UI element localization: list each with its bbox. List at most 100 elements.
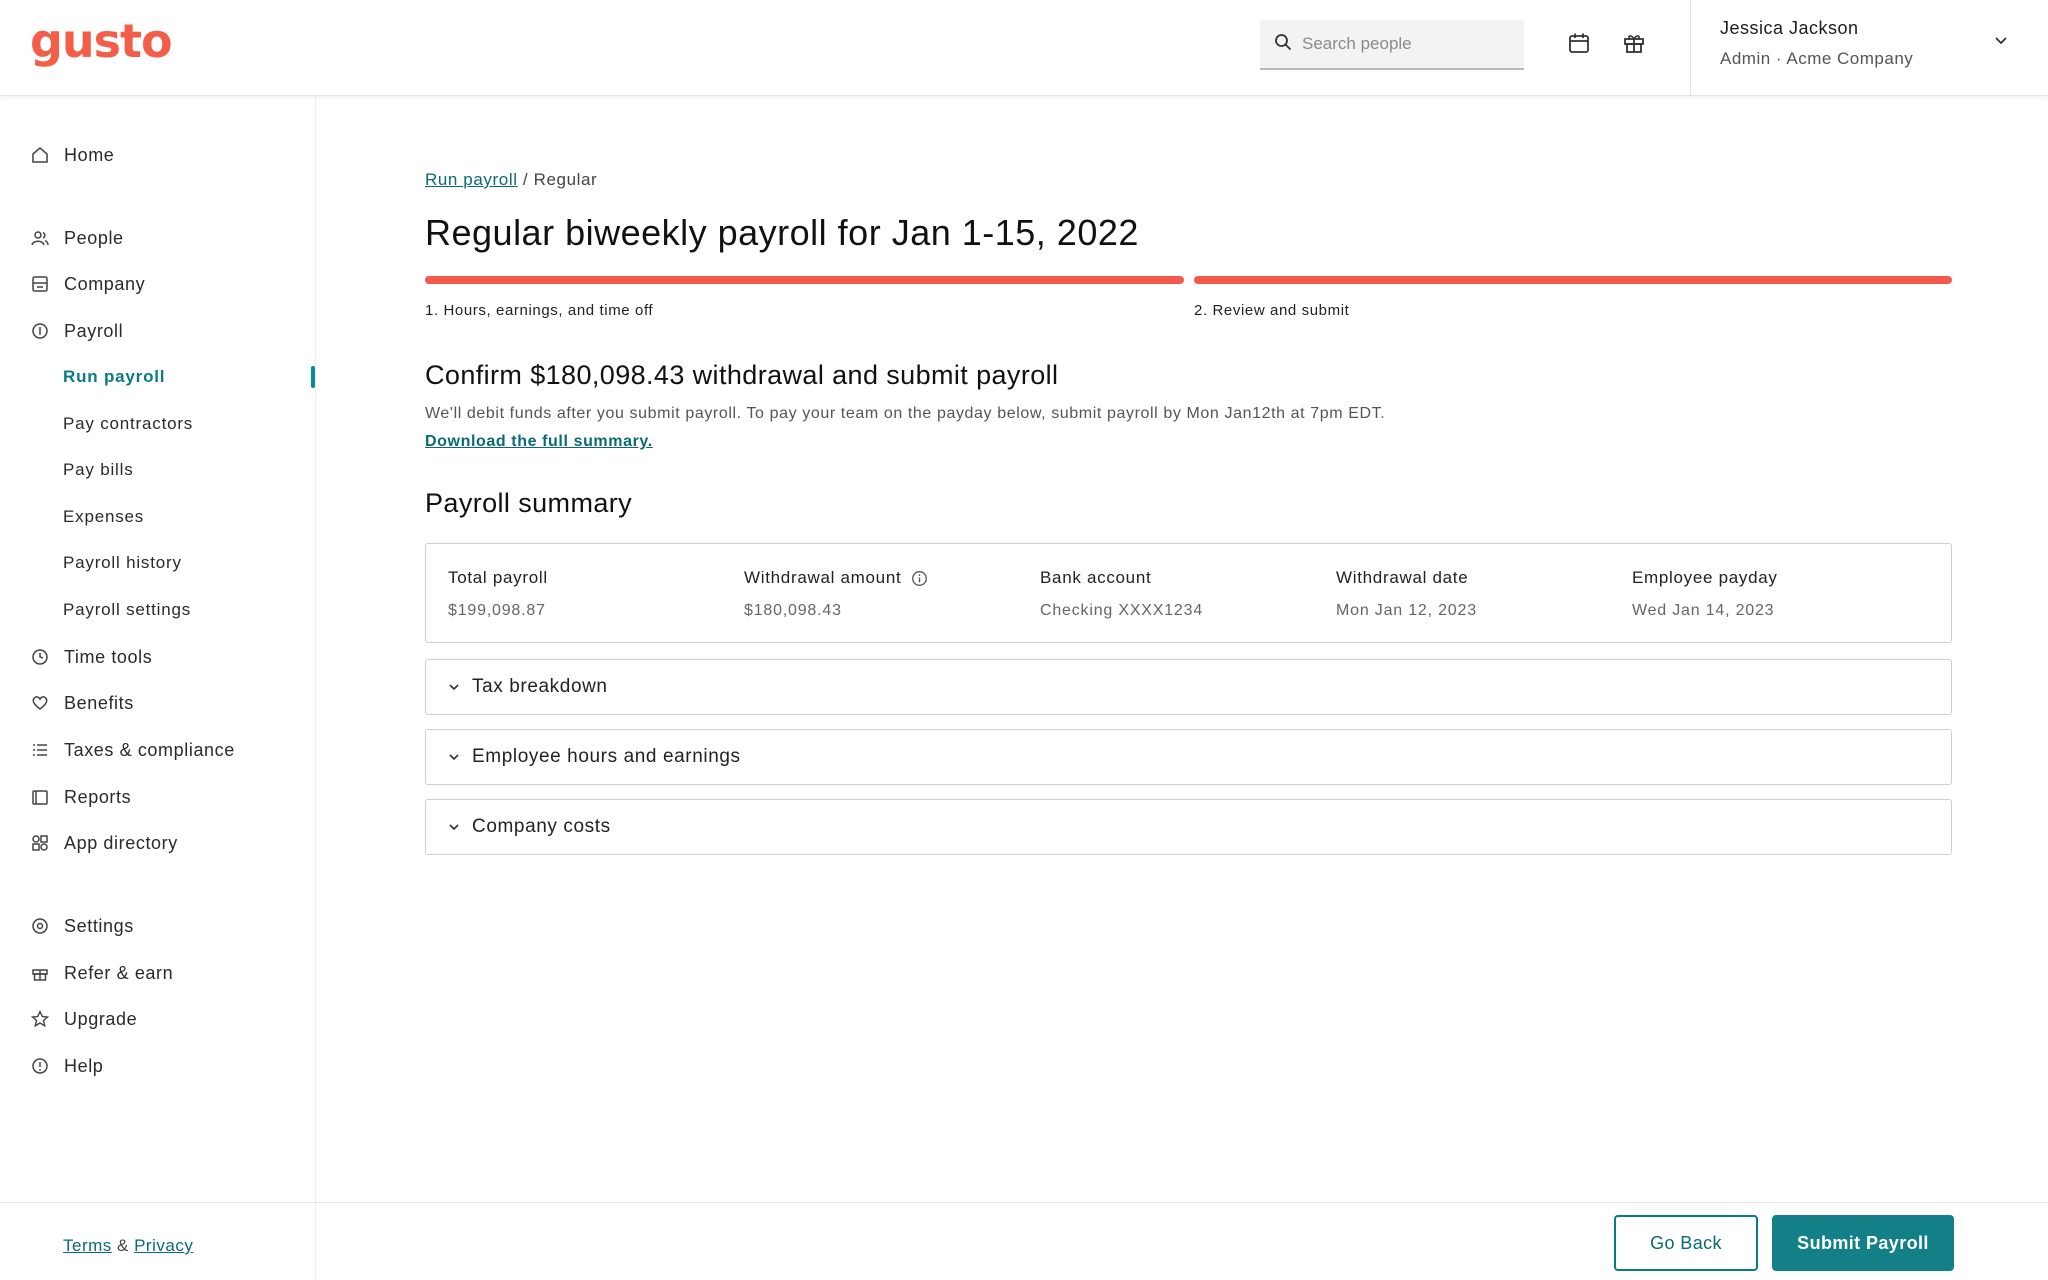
summary-label: Total payroll (448, 568, 548, 587)
sidebar-item-label: Settings (64, 915, 134, 936)
summary-withdrawal-date: Withdrawal date Mon Jan 12, 2023 (1336, 568, 1477, 620)
summary-bank-account: Bank account Checking XXXX1234 (1040, 568, 1203, 620)
sidebar-sub-expenses[interactable]: Expenses (63, 502, 144, 532)
summary-label: Employee payday (1632, 568, 1778, 587)
sidebar-item-help[interactable]: Help (30, 1051, 103, 1081)
sidebar-item-label: People (64, 227, 124, 248)
summary-label: Withdrawal date (1336, 568, 1469, 587)
sidebar-footer: Terms & Privacy (0, 1202, 316, 1280)
summary-title: Payroll summary (425, 488, 633, 518)
step-label-2: 2. Review and submit (1194, 302, 1350, 319)
accordion-company-costs[interactable]: Company costs (425, 799, 1952, 855)
progress-step-1 (425, 276, 1184, 284)
list-icon (30, 740, 50, 760)
payroll-icon (30, 321, 50, 341)
sidebar-sub-pay-bills[interactable]: Pay bills (63, 455, 134, 485)
sidebar-item-label: Upgrade (64, 1008, 138, 1029)
accordion-label: Company costs (472, 816, 611, 837)
breadcrumb-separator: / (522, 170, 529, 189)
footer-amp: & (117, 1236, 129, 1255)
summary-withdrawal-amount: Withdrawal amount $180,098.43 (744, 568, 928, 620)
footer-links: Terms & Privacy (63, 1236, 193, 1256)
home-icon (30, 145, 50, 165)
sidebar-item-label: Payroll (64, 320, 124, 341)
submit-payroll-button[interactable]: Submit Payroll (1772, 1215, 1954, 1271)
sidebar-item-payroll[interactable]: Payroll (30, 316, 123, 346)
help-icon (30, 1056, 50, 1076)
chevron-down-icon[interactable] (1992, 32, 2010, 55)
sidebar-item-refer[interactable]: Refer & earn (30, 958, 173, 988)
sidebar-item-label: Benefits (64, 692, 134, 713)
sidebar-item-reports[interactable]: Reports (30, 782, 131, 812)
sidebar-item-label: Company (64, 273, 146, 294)
top-bar: gusto Jessica Jackson Admin · Acme Compa… (0, 0, 2048, 96)
sidebar-sub-pay-contractors[interactable]: Pay contractors (63, 409, 193, 439)
sidebar-item-label: App directory (64, 832, 178, 853)
sidebar-item-time-tools[interactable]: Time tools (30, 642, 152, 672)
sidebar-item-company[interactable]: Company (30, 269, 145, 299)
action-bar: Go Back Submit Payroll (316, 1202, 2048, 1280)
gear-icon (30, 916, 50, 936)
sidebar-item-people[interactable]: People (30, 223, 124, 253)
go-back-button[interactable]: Go Back (1614, 1215, 1758, 1271)
main-content: Run payroll / Regular Regular biweekly p… (316, 96, 2048, 1202)
confirm-title: Confirm $180,098.43 withdrawal and submi… (425, 360, 1059, 390)
breadcrumb-current: Regular (533, 170, 598, 189)
summary-total-payroll: Total payroll $199,098.87 (448, 568, 548, 620)
header-divider (1690, 0, 1691, 96)
sidebar-sub-run-payroll[interactable]: Run payroll (63, 362, 165, 392)
terms-link[interactable]: Terms (63, 1236, 112, 1255)
chevron-down-icon (444, 677, 464, 697)
sidebar-item-label: Home (64, 144, 115, 165)
download-summary-link[interactable]: Download the full summary. (425, 433, 653, 450)
privacy-link[interactable]: Privacy (134, 1236, 193, 1255)
clock-icon (30, 647, 50, 667)
accordion-employee-hours[interactable]: Employee hours and earnings (425, 729, 1952, 785)
step-label-1: 1. Hours, earnings, and time off (425, 302, 654, 319)
sidebar-item-label: Taxes & compliance (64, 739, 235, 760)
company-icon (30, 274, 50, 294)
sidebar-sub-payroll-history[interactable]: Payroll history (63, 548, 182, 578)
sidebar-item-upgrade[interactable]: Upgrade (30, 1004, 137, 1034)
calendar-icon[interactable] (1566, 30, 1592, 56)
summary-value: Mon Jan 12, 2023 (1336, 602, 1477, 619)
user-name: Jessica Jackson (1720, 18, 1859, 38)
people-icon (30, 228, 50, 248)
payroll-summary-card: Total payroll $199,098.87 Withdrawal amo… (425, 543, 1952, 643)
summary-value: $199,098.87 (448, 602, 546, 619)
sidebar-item-home[interactable]: Home (30, 140, 114, 170)
chevron-down-icon (444, 817, 464, 837)
page-title: Regular biweekly payroll for Jan 1-15, 2… (425, 212, 1139, 253)
star-icon (30, 1009, 50, 1029)
search-box[interactable] (1260, 20, 1524, 70)
gusto-logo[interactable]: gusto (30, 14, 173, 68)
sidebar-item-app-directory[interactable]: App directory (30, 828, 178, 858)
gift-icon (30, 963, 50, 983)
summary-value: Checking XXXX1234 (1040, 602, 1204, 619)
chevron-down-icon (444, 747, 464, 767)
breadcrumb-run-payroll[interactable]: Run payroll (425, 170, 518, 189)
search-input[interactable] (1302, 34, 1512, 54)
summary-employee-payday: Employee payday Wed Jan 14, 2023 (1632, 568, 1778, 620)
summary-label: Withdrawal amount (744, 568, 902, 587)
sidebar-item-benefits[interactable]: Benefits (30, 688, 134, 718)
gift-icon[interactable] (1621, 30, 1647, 56)
reports-icon (30, 787, 50, 807)
sidebar-item-settings[interactable]: Settings (30, 911, 134, 941)
user-role: Admin · Acme Company (1720, 49, 1914, 68)
sidebar-item-label: Help (64, 1055, 104, 1076)
sidebar-sub-payroll-settings[interactable]: Payroll settings (63, 595, 191, 625)
sidebar-item-label: Refer & earn (64, 962, 174, 983)
confirm-description: We'll debit funds after you submit payro… (425, 400, 1425, 456)
progress-step-2 (1194, 276, 1952, 284)
accordion-tax-breakdown[interactable]: Tax breakdown (425, 659, 1952, 715)
confirm-text: We'll debit funds after you submit payro… (425, 405, 1386, 422)
active-indicator (311, 366, 315, 388)
search-icon (1274, 33, 1292, 56)
breadcrumb: Run payroll / Regular (425, 170, 597, 190)
info-icon[interactable] (911, 570, 928, 587)
summary-value: $180,098.43 (744, 602, 842, 619)
sidebar-item-taxes[interactable]: Taxes & compliance (30, 735, 235, 765)
apps-icon (30, 833, 50, 853)
user-menu[interactable]: Jessica Jackson Admin · Acme Company (1720, 18, 2010, 78)
